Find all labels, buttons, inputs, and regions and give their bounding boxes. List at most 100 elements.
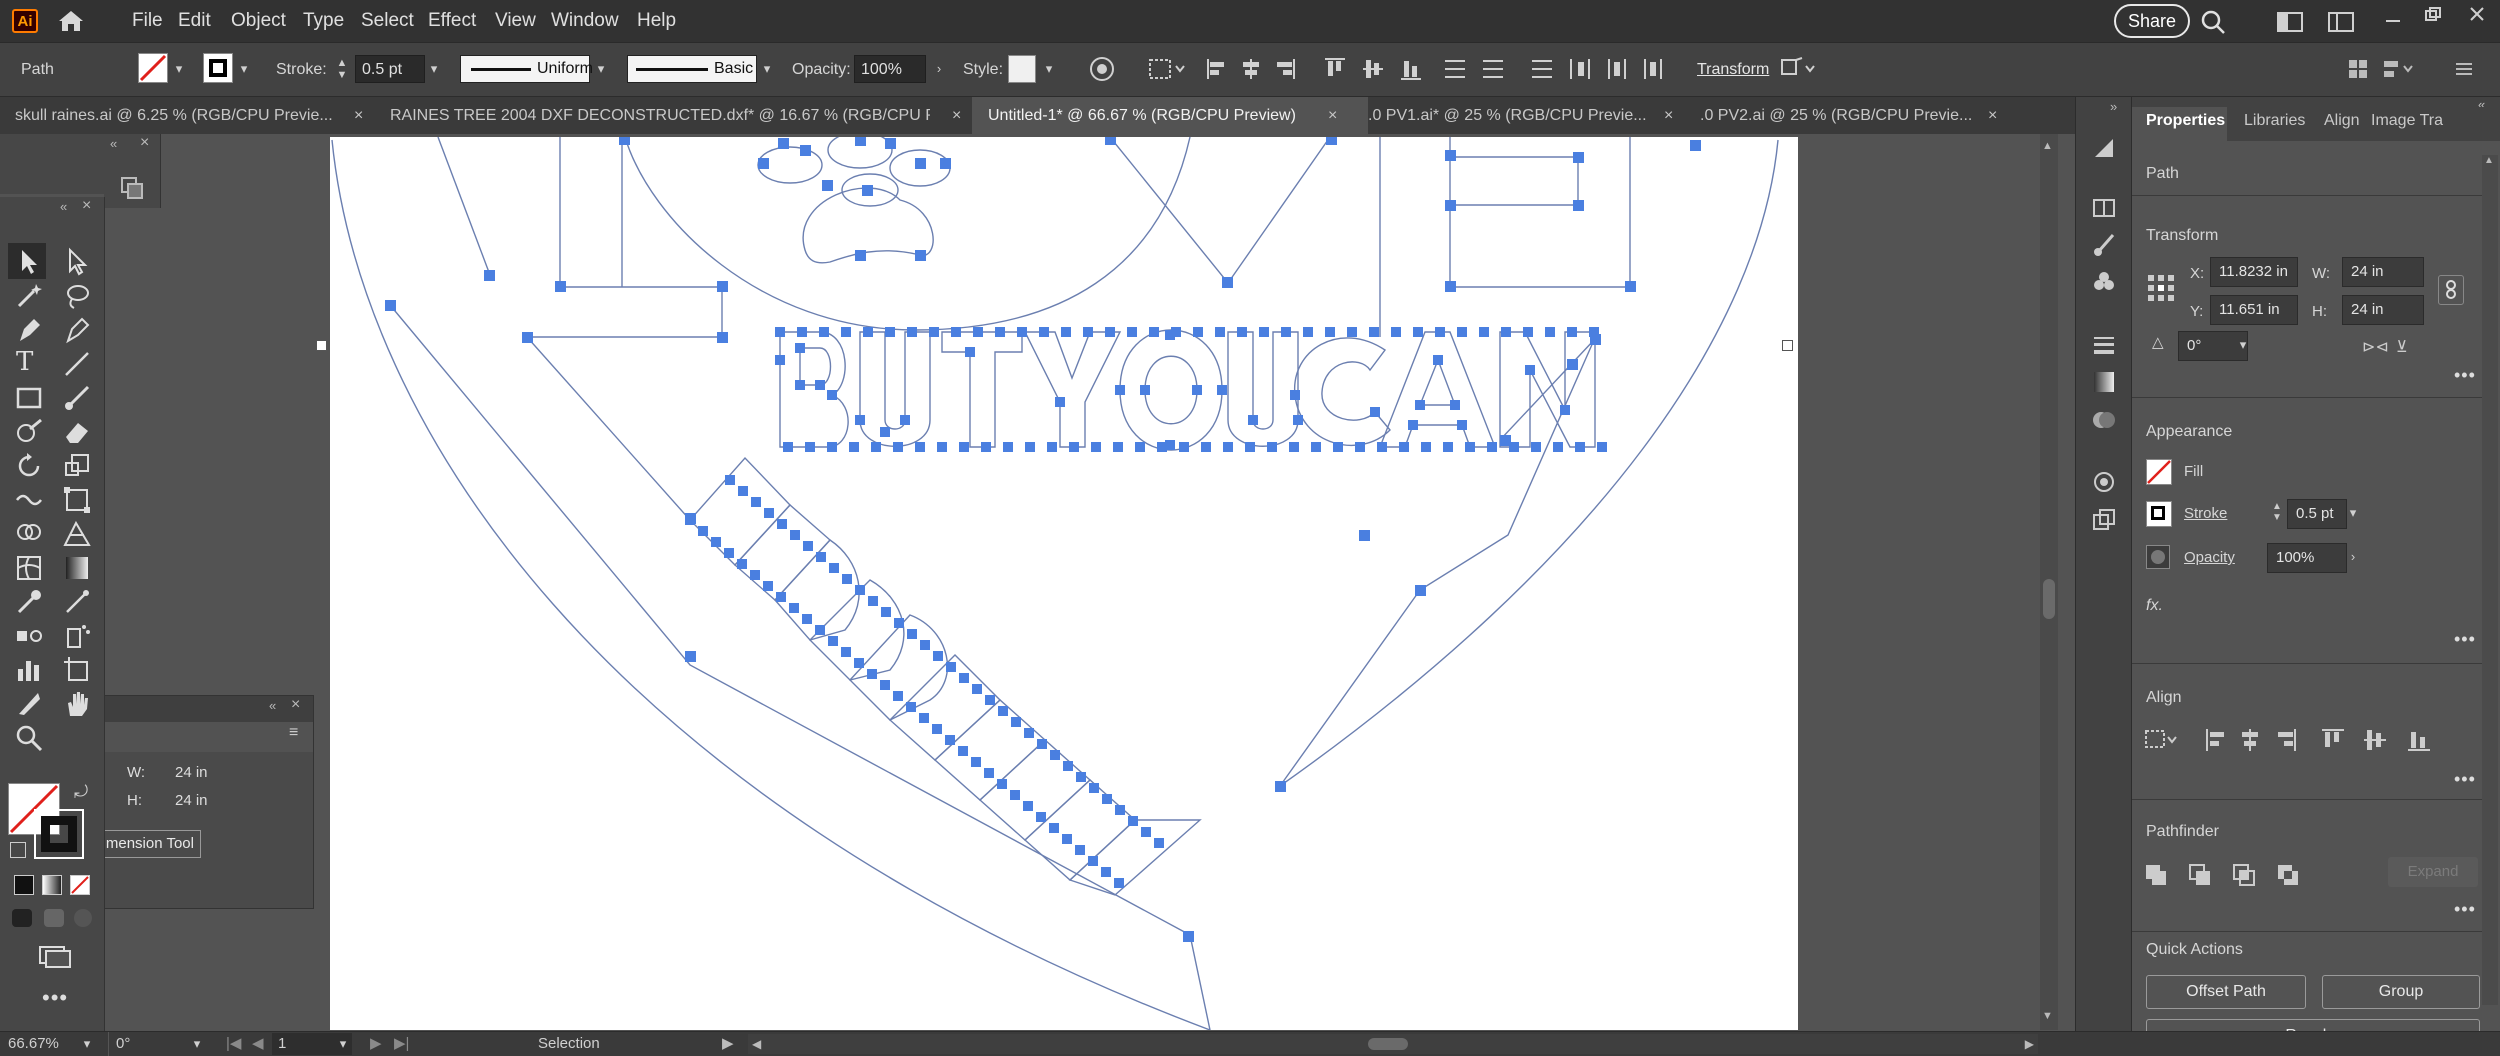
- anchor-point[interactable]: [1553, 442, 1563, 452]
- opacity-label[interactable]: Opacity: [2184, 549, 2235, 566]
- anchor-point[interactable]: [854, 658, 864, 668]
- edit-toolbar-icon[interactable]: •••: [42, 985, 68, 1011]
- anchor-point[interactable]: [1399, 442, 1409, 452]
- anchor-point[interactable]: [841, 327, 851, 337]
- tab-close-icon[interactable]: ×: [1328, 97, 1337, 134]
- close-icon[interactable]: ×: [82, 197, 91, 215]
- anchor-point[interactable]: [1435, 327, 1445, 337]
- anchor-point[interactable]: [1545, 327, 1555, 337]
- anchor-point[interactable]: [1501, 327, 1511, 337]
- direct-selection-tool-icon[interactable]: [62, 247, 92, 277]
- collapse-icon[interactable]: «: [269, 698, 276, 713]
- shape-builder-tool-icon[interactable]: [14, 519, 44, 549]
- stroke-label[interactable]: Stroke: [2184, 505, 2227, 522]
- menu-view[interactable]: View: [495, 0, 536, 42]
- scroll-up-icon[interactable]: ▲: [2042, 140, 2053, 152]
- menu-help[interactable]: Help: [637, 0, 676, 42]
- close-icon[interactable]: ×: [291, 696, 300, 714]
- menu-object[interactable]: Object: [231, 0, 286, 42]
- screen-mode-icon[interactable]: [36, 941, 72, 971]
- anchor-point[interactable]: [1039, 327, 1049, 337]
- opacity-expand-icon[interactable]: ›: [932, 57, 946, 81]
- anchor-point[interactable]: [1509, 442, 1519, 452]
- anchor-point[interactable]: [1165, 330, 1175, 340]
- anchor-point[interactable]: [920, 640, 930, 650]
- anchor-point[interactable]: [1355, 442, 1365, 452]
- default-fill-stroke-icon[interactable]: [10, 842, 26, 858]
- anchor-point[interactable]: [1457, 327, 1467, 337]
- anchor-point[interactable]: [1128, 816, 1138, 826]
- artboard-dropdown-icon[interactable]: ▾: [336, 1032, 350, 1056]
- anchor-point[interactable]: [984, 768, 994, 778]
- anchor-point[interactable]: [1223, 442, 1233, 452]
- anchor-point[interactable]: [1149, 327, 1159, 337]
- bounding-box-handle[interactable]: [1782, 340, 1793, 351]
- control-bar-menu-icon[interactable]: [2450, 56, 2478, 82]
- anchor-point[interactable]: [894, 618, 904, 628]
- previous-artboard-icon[interactable]: ◀: [252, 1032, 264, 1056]
- rotation-dropdown-icon[interactable]: ▾: [190, 1032, 204, 1056]
- anchor-point[interactable]: [1525, 365, 1535, 375]
- anchor-point[interactable]: [776, 592, 786, 602]
- first-artboard-icon[interactable]: |◀: [226, 1032, 241, 1056]
- lasso-tool-icon[interactable]: [62, 281, 92, 311]
- w-input[interactable]: 24 in: [2342, 257, 2424, 287]
- anchor-point[interactable]: [750, 570, 760, 580]
- reference-point-icon[interactable]: [2146, 273, 2176, 303]
- anchor-point[interactable]: [1465, 442, 1475, 452]
- anchor-point[interactable]: [1154, 838, 1164, 848]
- anchor-point[interactable]: [1443, 442, 1453, 452]
- rectangle-tool-icon[interactable]: [14, 383, 44, 413]
- transform-options-icon[interactable]: [1778, 56, 1818, 82]
- distribute-buttons-group[interactable]: [1530, 56, 1670, 82]
- recolor-artwork-icon[interactable]: [1088, 56, 1116, 82]
- anchor-point[interactable]: [1127, 327, 1137, 337]
- draw-inside-icon[interactable]: [74, 909, 92, 927]
- anchor-point[interactable]: [906, 702, 916, 712]
- restore-icon[interactable]: [2424, 6, 2442, 22]
- last-artboard-icon[interactable]: ▶|: [394, 1032, 409, 1056]
- anchor-point[interactable]: [1192, 385, 1202, 395]
- anchor-point[interactable]: [1115, 805, 1125, 815]
- anchor-point[interactable]: [711, 537, 721, 547]
- anchor-point[interactable]: [907, 629, 917, 639]
- transparency-panel-icon[interactable]: [2091, 407, 2117, 433]
- anchor-point[interactable]: [1303, 327, 1313, 337]
- scroll-down-icon[interactable]: ▼: [2042, 1010, 2053, 1022]
- anchor-point[interactable]: [997, 779, 1007, 789]
- collapse-icon[interactable]: «: [110, 136, 117, 151]
- anchor-point[interactable]: [907, 327, 917, 337]
- anchor-point[interactable]: [1055, 397, 1065, 407]
- anchor-point[interactable]: [795, 380, 805, 390]
- anchor-point[interactable]: [1487, 442, 1497, 452]
- menu-select[interactable]: Select: [361, 0, 414, 42]
- anchor-point[interactable]: [945, 735, 955, 745]
- anchor-point[interactable]: [1245, 442, 1255, 452]
- opacity-input[interactable]: 100%: [854, 55, 926, 83]
- arrange-documents-icon[interactable]: [2328, 12, 2354, 32]
- pathfinder-buttons-group[interactable]: [2144, 861, 2304, 889]
- anchor-point[interactable]: [764, 508, 774, 518]
- draw-normal-icon[interactable]: [12, 909, 32, 927]
- anchor-point[interactable]: [1088, 856, 1098, 866]
- anchor-point[interactable]: [919, 713, 929, 723]
- anchor-point[interactable]: [1347, 327, 1357, 337]
- gradient-mode-icon[interactable]: [42, 875, 62, 895]
- anchor-point[interactable]: [789, 603, 799, 613]
- zoom-tool-icon[interactable]: [14, 723, 44, 753]
- home-icon[interactable]: [56, 9, 86, 33]
- anchor-point[interactable]: [1589, 327, 1599, 337]
- color-mode-icon[interactable]: [14, 875, 34, 895]
- zoom-dropdown-icon[interactable]: ▾: [80, 1032, 94, 1056]
- more-options-icon[interactable]: •••: [2454, 899, 2476, 920]
- anchor-point[interactable]: [880, 427, 890, 437]
- tab-pv1[interactable]: .0 PV1.ai* @ 25 % (RGB/CPU Previe...: [1368, 97, 1668, 134]
- anchor-point[interactable]: [951, 327, 961, 337]
- paintbrush-tool-icon[interactable]: [62, 383, 92, 413]
- panel-menu-icon[interactable]: ≡: [289, 724, 298, 742]
- anchor-point[interactable]: [1201, 442, 1211, 452]
- anchor-point[interactable]: [1049, 823, 1059, 833]
- anchor-point[interactable]: [855, 585, 865, 595]
- zoom-level[interactable]: 66.67%: [8, 1032, 59, 1056]
- anchor-point[interactable]: [867, 669, 877, 679]
